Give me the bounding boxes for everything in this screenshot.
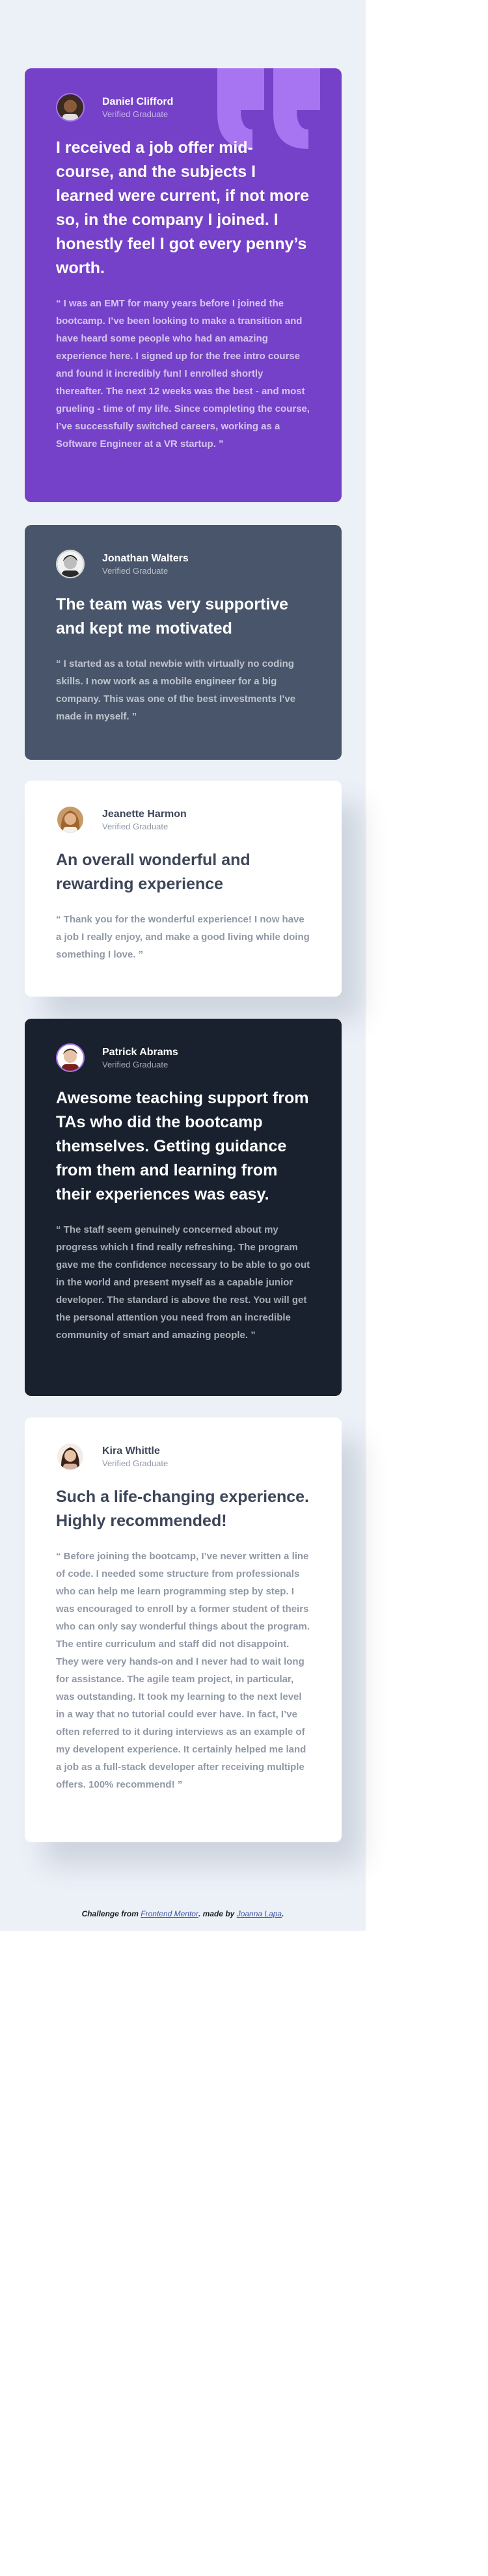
avatar <box>56 1442 85 1471</box>
author-name: Jeanette Harmon <box>102 808 187 820</box>
author-block: Kira Whittle Verified Graduate <box>56 1442 310 1471</box>
testimonial-card-kira: Kira Whittle Verified Graduate Such a li… <box>25 1417 342 1842</box>
author-block: Patrick Abrams Verified Graduate <box>56 1043 310 1072</box>
testimonial-headline: The team was very supportive and kept me… <box>56 595 289 637</box>
testimonial-card-jeanette: Jeanette Harmon Verified Graduate An ove… <box>25 781 342 997</box>
testimonial-body: “ I started as a total newbie with virtu… <box>56 658 296 722</box>
testimonial-headline: An overall wonderful and rewarding exper… <box>56 851 251 893</box>
testimonial-card-patrick: Patrick Abrams Verified Graduate Awesome… <box>25 1019 342 1396</box>
testimonial-body: “ Before joining the bootcamp, I’ve neve… <box>56 1551 310 1790</box>
testimonial-headline: Awesome teaching support from TAs who di… <box>56 1089 309 1203</box>
testimonial-headline: Such a life-changing experience. Highly … <box>56 1488 310 1530</box>
author-block: Jonathan Walters Verified Graduate <box>56 550 310 578</box>
author-role: Verified Graduate <box>102 109 169 119</box>
avatar <box>56 550 85 578</box>
author-role: Verified Graduate <box>102 1458 169 1468</box>
testimonial-card-daniel: Daniel Clifford Verified Graduate I rece… <box>25 68 342 502</box>
avatar <box>56 1043 85 1072</box>
author-name: Daniel Clifford <box>102 96 174 107</box>
attribution-prefix: Challenge from <box>81 1909 139 1918</box>
avatar <box>56 805 85 834</box>
testimonial-headline: I received a job offer mid-course, and t… <box>56 139 309 277</box>
testimonial-body: “ I was an EMT for many years before I j… <box>56 298 310 449</box>
author-name: Jonathan Walters <box>102 552 189 564</box>
testimonial-card-jonathan: Jonathan Walters Verified Graduate The t… <box>25 525 342 760</box>
author-role: Verified Graduate <box>102 1059 169 1069</box>
author-link[interactable]: Joanna Lapa <box>237 1909 282 1918</box>
attribution-middle: made by <box>202 1909 235 1918</box>
author-role: Verified Graduate <box>102 821 169 831</box>
author-name: Kira Whittle <box>102 1445 160 1456</box>
attribution: Challenge from Frontend Mentor. made by … <box>81 1909 284 1918</box>
author-role: Verified Graduate <box>102 565 169 576</box>
frontend-mentor-link[interactable]: Frontend Mentor <box>141 1909 198 1918</box>
avatar <box>56 93 85 122</box>
testimonial-body: “ Thank you for the wonderful experience… <box>56 914 310 960</box>
author-block: Daniel Clifford Verified Graduate <box>56 93 310 122</box>
author-name: Patrick Abrams <box>102 1046 178 1058</box>
testimonial-body: “ The staff seem genuinely concerned abo… <box>56 1224 310 1341</box>
author-block: Jeanette Harmon Verified Graduate <box>56 805 310 834</box>
